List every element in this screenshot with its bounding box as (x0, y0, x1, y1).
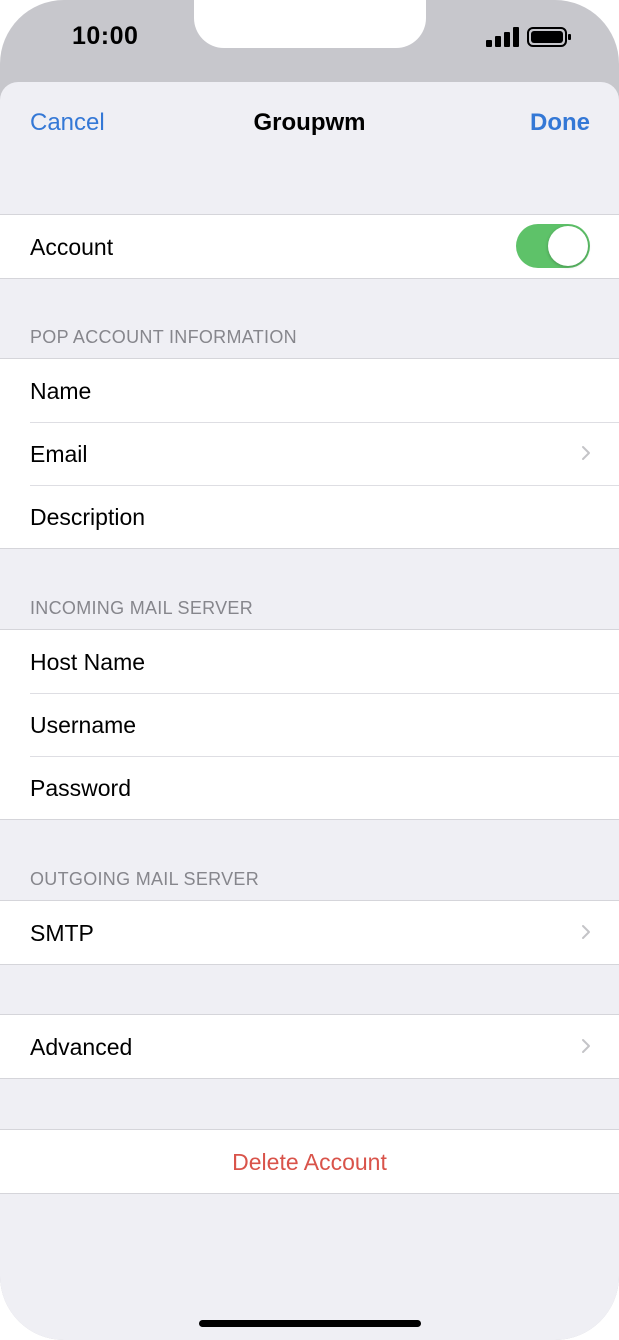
account-toggle[interactable] (516, 224, 590, 268)
chevron-right-icon (582, 446, 590, 460)
notch (194, 0, 426, 48)
advanced-row[interactable]: Advanced (0, 1015, 619, 1078)
incoming-mail-server-group: Host Name Username Password (0, 629, 619, 820)
navigation-bar: Cancel Groupwm Done (0, 82, 619, 164)
email-row[interactable]: Email (0, 422, 619, 485)
smtp-row[interactable]: SMTP (0, 901, 619, 964)
account-label: Account (30, 234, 114, 260)
home-indicator (199, 1320, 421, 1327)
account-group: Account (0, 214, 619, 279)
password-label: Password (30, 775, 131, 801)
outgoing-mail-server-header: OUTGOING MAIL SERVER (30, 869, 260, 889)
smtp-label: SMTP (30, 920, 94, 946)
password-row[interactable]: Password (0, 756, 619, 819)
page-title: Groupwm (253, 109, 366, 136)
host-name-row[interactable]: Host Name (0, 630, 619, 693)
advanced-group: Advanced (0, 1014, 619, 1079)
phone-frame: 10:00 Cancel Groupwm Done Account POP AC… (0, 0, 619, 1340)
account-settings-sheet: Cancel Groupwm Done Account POP ACCOUNT … (0, 82, 619, 1340)
description-row[interactable]: Description (0, 485, 619, 548)
battery-icon (527, 27, 571, 47)
host-name-label: Host Name (30, 649, 146, 675)
outgoing-mail-server-group: SMTP (0, 900, 619, 965)
delete-account-button[interactable]: Delete Account (0, 1130, 619, 1193)
name-label: Name (30, 378, 92, 404)
incoming-mail-server-header: INCOMING MAIL SERVER (30, 598, 254, 618)
toggle-knob (548, 226, 588, 266)
done-button[interactable]: Done (530, 109, 590, 137)
chevron-right-icon (582, 925, 590, 939)
description-label: Description (30, 504, 146, 530)
delete-account-group: Delete Account (0, 1129, 619, 1194)
name-row[interactable]: Name (0, 359, 619, 422)
username-label: Username (30, 712, 137, 738)
pop-account-info-header: POP ACCOUNT INFORMATION (30, 327, 297, 347)
advanced-label: Advanced (30, 1034, 133, 1060)
username-row[interactable]: Username (0, 693, 619, 756)
status-time: 10:00 (72, 22, 139, 50)
email-label: Email (30, 441, 88, 467)
pop-account-info-group: Name Email Description (0, 358, 619, 549)
chevron-right-icon (582, 1039, 590, 1053)
cellular-signal-icon (486, 27, 519, 47)
delete-account-label: Delete Account (232, 1149, 387, 1175)
account-row: Account (0, 215, 619, 278)
